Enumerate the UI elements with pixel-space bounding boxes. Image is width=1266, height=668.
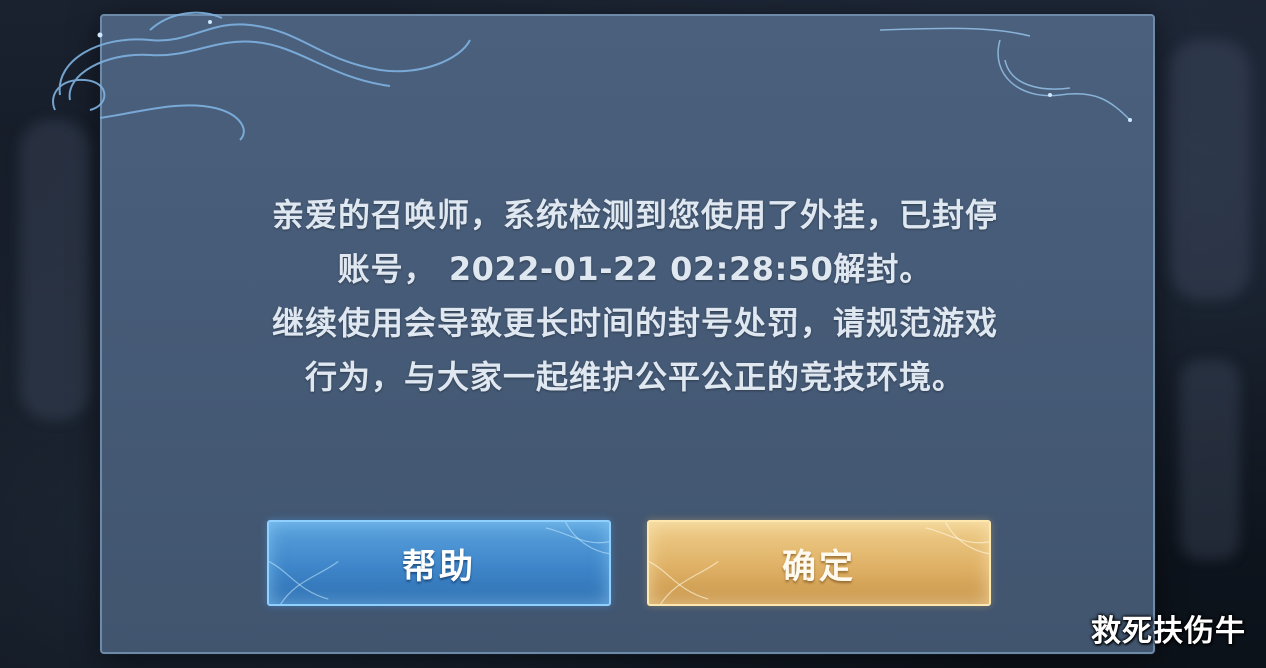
message-line-2: 账号， 2022-01-22 02:28:50解封。: [120, 242, 1150, 296]
help-button[interactable]: 帮助: [267, 520, 611, 606]
message-line-3: 继续使用会导致更长时间的封号处罚，请规范游戏: [271, 304, 998, 342]
unban-time: 2022-01-22 02:28:50: [448, 250, 834, 288]
help-button-label: 帮助: [402, 546, 476, 587]
account-label: 账号，: [337, 250, 437, 288]
confirm-button-label: 确定: [782, 546, 856, 587]
message-line-1: 亲爱的召唤师，系统检测到您使用了外挂，已封停: [271, 196, 998, 234]
message-line-4: 行为，与大家一起维护公平公正的竞技环境。: [304, 358, 965, 396]
watermark-text: 救死扶伤牛: [1091, 614, 1246, 649]
unban-suffix: 解封。: [833, 250, 933, 288]
ban-message: 亲爱的召唤师，系统检测到您使用了外挂，已封停 账号， 2022-01-22 02…: [120, 188, 1150, 404]
confirm-button[interactable]: 确定: [647, 520, 991, 606]
